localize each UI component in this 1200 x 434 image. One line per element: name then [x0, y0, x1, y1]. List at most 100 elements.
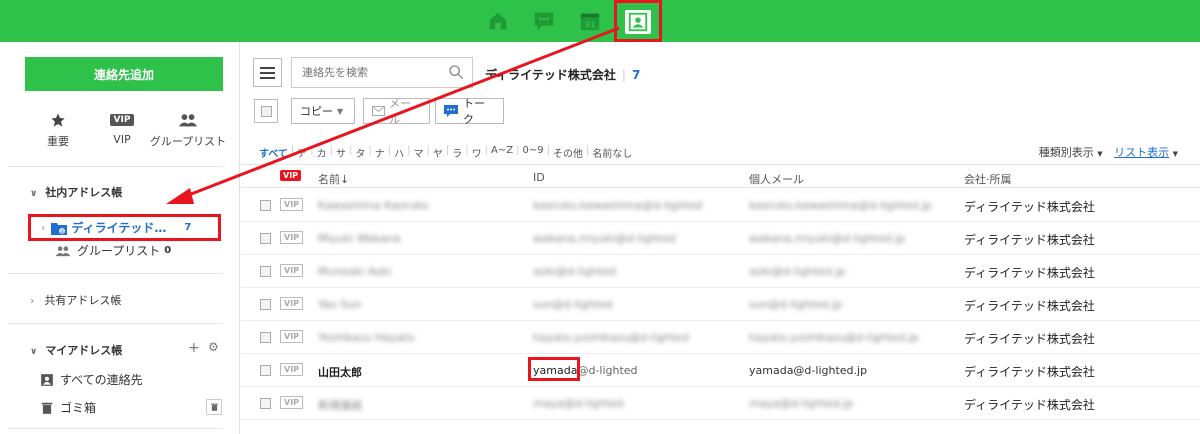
chevron-right-icon: › — [30, 293, 35, 307]
group-icon — [148, 110, 228, 130]
contact-mail[interactable]: maya@d-lighted.jp — [749, 397, 853, 410]
contact-company: ディライテッド株式会社 — [964, 398, 1095, 412]
table-row[interactable]: VIP Yoshikazu Hayato hayato.yoshikazu@d-li… — [241, 321, 1200, 354]
vip-toggle[interactable]: VIP — [280, 396, 304, 409]
shared-book-title[interactable]: › 共有アドレス帳 — [30, 292, 121, 308]
company-book-title-label: 社内アドレス帳 — [45, 186, 123, 199]
type-view-dropdown[interactable]: 種類別表示 ▼ — [1039, 146, 1103, 159]
vip-toggle[interactable]: VIP — [280, 198, 304, 211]
search-icon[interactable] — [448, 64, 464, 83]
index-ma[interactable]: マ — [414, 145, 424, 160]
index-ha[interactable]: ハ — [394, 145, 404, 160]
company-book-item[interactable]: › @ ディライテッド… 7 — [28, 214, 221, 241]
index-ra[interactable]: ラ — [452, 145, 462, 160]
contact-mail[interactable]: aoki@d-lighted.jp — [749, 265, 846, 278]
gear-icon[interactable]: ⚙ — [208, 340, 219, 354]
quick-group-list[interactable]: グループリスト — [148, 110, 228, 149]
contact-company: ディライテッド株式会社 — [964, 200, 1095, 214]
my-book-title[interactable]: ∨ マイアドレス帳 — [30, 342, 122, 358]
top-navigation-bar: 31 — [0, 0, 1200, 42]
copy-button[interactable]: コピー ▼ — [291, 98, 355, 124]
vip-toggle[interactable]: VIP — [280, 231, 304, 244]
index-ta[interactable]: タ — [355, 145, 365, 160]
list-view-dropdown[interactable]: リスト表示 — [1114, 146, 1169, 159]
contact-name[interactable]: 山田太郎 — [318, 364, 362, 380]
company-book-label: ディライテッド… — [71, 221, 167, 235]
book-count: 7 — [631, 68, 641, 82]
group-list-label: グループリスト — [77, 244, 161, 258]
index-az[interactable]: A~Z — [491, 145, 513, 160]
trash-label: ゴミ箱 — [60, 401, 97, 415]
divider — [8, 166, 223, 167]
index-wa[interactable]: ワ — [472, 145, 482, 160]
index-all[interactable]: すべて — [259, 145, 288, 160]
row-checkbox[interactable] — [260, 398, 271, 409]
contact-name[interactable]: Yao Sun — [318, 298, 361, 311]
row-checkbox[interactable] — [260, 266, 271, 277]
sidebar-item-trash[interactable]: ゴミ箱 — [40, 399, 96, 416]
select-all-checkbox[interactable] — [254, 99, 278, 123]
index-na[interactable]: ナ — [375, 145, 385, 160]
contact-mail[interactable]: sun@d-lighted.jp — [749, 298, 842, 311]
row-checkbox[interactable] — [260, 233, 271, 244]
table-row[interactable]: VIP Miyuki Wakana wakana.miyuki@d-lighted w… — [241, 222, 1200, 255]
contact-name[interactable]: Muneaki Aoki — [318, 265, 391, 278]
divider — [8, 273, 223, 274]
copy-label: コピー — [300, 105, 333, 118]
index-noname[interactable]: 名前なし — [592, 145, 632, 160]
index-other[interactable]: その他 — [553, 145, 583, 160]
menu-toggle-button[interactable] — [253, 58, 282, 87]
vip-toggle[interactable]: VIP — [280, 297, 304, 310]
contact-name[interactable]: Kawashima Kaoruko — [318, 199, 429, 212]
row-checkbox[interactable] — [260, 200, 271, 211]
table-row[interactable]: VIP 新規連絡 maya@d-lighted maya@d-lighted.jp ディ… — [241, 387, 1200, 420]
group-icon — [55, 245, 71, 257]
index-sa[interactable]: サ — [336, 145, 346, 160]
header-name[interactable]: 名前↓ — [318, 171, 349, 187]
home-icon[interactable] — [486, 9, 510, 33]
talk-button[interactable]: トーク — [435, 97, 504, 126]
contact-mail[interactable]: hayato.yoshikazu@d-lighted.jp — [749, 331, 919, 344]
table-row[interactable]: VIP Muneaki Aoki aoki@d-lighted aoki@d-ligh… — [241, 255, 1200, 288]
sidebar-item-all-contacts[interactable]: すべての連絡先 — [40, 371, 143, 388]
company-book-title[interactable]: ∨ 社内アドレス帳 — [30, 184, 122, 200]
type-view-label: 種類別表示 — [1038, 146, 1094, 159]
add-book-icon[interactable]: + — [188, 340, 200, 356]
sidebar-item-group-list[interactable]: グループリスト 0 — [55, 242, 171, 259]
mail-button[interactable]: メール — [363, 97, 430, 126]
index-ya[interactable]: ヤ — [433, 145, 443, 160]
vip-toggle[interactable]: VIP — [280, 330, 304, 343]
book-name: ディライテッド株式会社 — [485, 68, 616, 82]
hamburger-icon — [260, 66, 275, 79]
contact-name[interactable]: Yoshikazu Hayato — [318, 331, 414, 344]
row-checkbox[interactable] — [260, 332, 271, 343]
vip-toggle[interactable]: VIP — [280, 363, 304, 376]
vip-toggle[interactable]: VIP — [280, 264, 304, 277]
calendar-icon[interactable]: 31 — [578, 9, 602, 33]
add-contact-button[interactable]: 連絡先追加 — [25, 57, 223, 91]
index-09[interactable]: 0~9 — [522, 145, 543, 160]
contact-mail[interactable]: wakana.miyuki@d-lighted.jp — [749, 232, 905, 245]
row-checkbox[interactable] — [260, 365, 271, 376]
index-a[interactable]: ア — [297, 145, 307, 160]
mail-icon — [372, 106, 385, 116]
contacts-nav-icon[interactable] — [614, 0, 662, 42]
svg-text:31: 31 — [584, 19, 596, 29]
contact-name[interactable]: 新規連絡 — [318, 397, 362, 413]
talk-icon[interactable] — [532, 9, 556, 33]
table-row[interactable]: VIP 山田太郎 yamada@d-lighted yamada@d-lighted.… — [241, 354, 1200, 387]
table-row[interactable]: VIP Kawashima Kaoruko kaoruko.kawashima@d-… — [241, 189, 1200, 222]
index-ka[interactable]: カ — [317, 145, 327, 160]
contact-mail[interactable]: yamada@d-lighted.jp — [749, 364, 867, 377]
contact-mail[interactable]: kaoruko.kawashima@d-lighted.jp — [749, 199, 932, 212]
contact-name[interactable]: Miyuki Wakana — [318, 232, 401, 245]
contact-id: wakana.miyuki@d-lighted — [533, 232, 676, 245]
contact-id-domain: @d-lighted — [577, 364, 638, 377]
table-row[interactable]: VIP Yao Sun sun@d-lighted sun@d-lighted.jp デ… — [241, 288, 1200, 321]
empty-trash-button[interactable] — [206, 399, 222, 415]
highlight-box — [528, 357, 580, 381]
company-book-count: 7 — [184, 222, 192, 233]
search-input[interactable] — [292, 58, 432, 87]
vip-header-badge[interactable]: VIP — [280, 170, 302, 181]
row-checkbox[interactable] — [260, 299, 271, 310]
